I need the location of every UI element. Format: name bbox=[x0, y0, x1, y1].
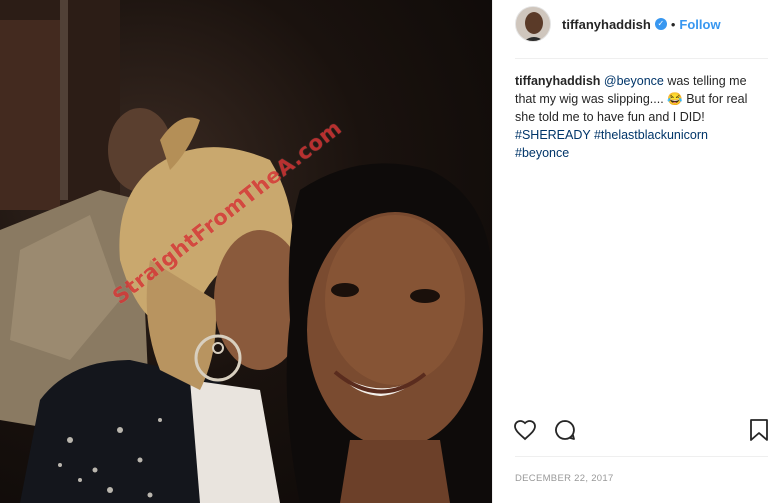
post-date: December 22, 2017 bbox=[515, 473, 614, 484]
heart-icon[interactable] bbox=[513, 418, 537, 447]
photo-illustration bbox=[0, 0, 492, 503]
laughing-emoji: 😂 bbox=[667, 92, 683, 106]
hashtag-link[interactable]: #thelastblackunicorn bbox=[594, 128, 708, 142]
caption-username[interactable]: tiffanyhaddish bbox=[515, 74, 600, 88]
post-photo[interactable]: StraightFromTheA.com bbox=[0, 0, 492, 503]
mention-link[interactable]: @beyonce bbox=[604, 74, 664, 88]
post-actions bbox=[513, 418, 768, 442]
post-sidebar: tiffanyhaddish ✓ • Follow tiffanyhaddish… bbox=[492, 0, 768, 503]
post-caption: tiffanyhaddish @beyonce was telling me t… bbox=[515, 72, 755, 162]
verified-badge-icon: ✓ bbox=[654, 18, 667, 30]
actions-divider bbox=[515, 456, 768, 457]
hashtag-link[interactable]: #beyonce bbox=[515, 146, 569, 160]
comment-icon[interactable] bbox=[553, 418, 577, 447]
follow-button[interactable]: Follow bbox=[679, 17, 720, 32]
separator-dot: • bbox=[670, 16, 676, 32]
post-header: tiffanyhaddish ✓ • Follow bbox=[493, 0, 768, 48]
avatar-image bbox=[516, 7, 550, 41]
avatar[interactable] bbox=[515, 6, 551, 42]
header-divider bbox=[515, 58, 768, 59]
bookmark-icon[interactable] bbox=[749, 418, 768, 447]
username-link[interactable]: tiffanyhaddish bbox=[562, 17, 651, 32]
hashtag-link[interactable]: #SHEREADY bbox=[515, 128, 591, 142]
